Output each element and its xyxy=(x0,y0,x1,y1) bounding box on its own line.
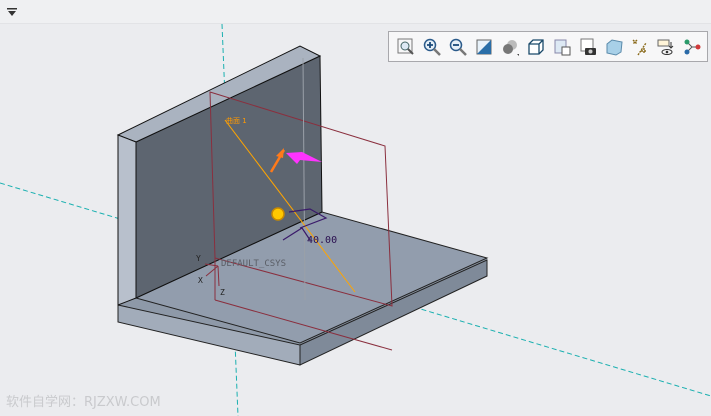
saved-orientations-icon xyxy=(528,38,544,55)
csys-y-label: Y xyxy=(196,254,201,263)
perspective-view-icon xyxy=(580,38,596,55)
spin-center-icon xyxy=(684,39,701,54)
section-view-icon xyxy=(606,38,623,56)
csys-label: DEFAULT_CSYS xyxy=(221,259,286,269)
spin-center-button[interactable] xyxy=(679,35,705,59)
drag-handle-point[interactable] xyxy=(271,207,285,221)
view-toolbar xyxy=(388,31,708,62)
datum-display-button[interactable] xyxy=(627,35,653,59)
zoom-in-icon xyxy=(423,38,441,56)
dropdown-menu-icon[interactable] xyxy=(6,6,18,18)
repaint-button[interactable] xyxy=(471,35,497,59)
repaint-icon xyxy=(476,39,492,54)
dimension-value[interactable]: 40.00 xyxy=(307,235,337,246)
perspective-view-button[interactable] xyxy=(575,35,601,59)
zoom-fit-icon xyxy=(397,38,414,55)
annotation-display-icon xyxy=(657,39,674,55)
view-manager-button[interactable] xyxy=(549,35,575,59)
graphics-viewport[interactable]: 40.00 曲面 1 DEFAULT_CSYS Y X Z xyxy=(0,24,711,416)
annotation-display-button[interactable] xyxy=(653,35,679,59)
top-bar xyxy=(0,0,711,24)
feature-label: 曲面 1 xyxy=(226,116,247,125)
section-view-button[interactable] xyxy=(601,35,627,59)
zoom-out-button[interactable] xyxy=(445,35,471,59)
csys-x-label: X xyxy=(198,276,203,285)
saved-orientations-button[interactable] xyxy=(523,35,549,59)
zoom-in-button[interactable] xyxy=(419,35,445,59)
refit-button[interactable] xyxy=(393,35,419,59)
csys-z-label: Z xyxy=(220,288,225,297)
zoom-out-icon xyxy=(449,38,467,56)
display-style-button[interactable] xyxy=(497,35,523,59)
datum-display-icon xyxy=(632,39,647,55)
view-manager-icon xyxy=(554,39,571,55)
display-style-icon xyxy=(503,39,519,56)
watermark: 软件自学网：RJZXW.COM xyxy=(6,395,161,410)
